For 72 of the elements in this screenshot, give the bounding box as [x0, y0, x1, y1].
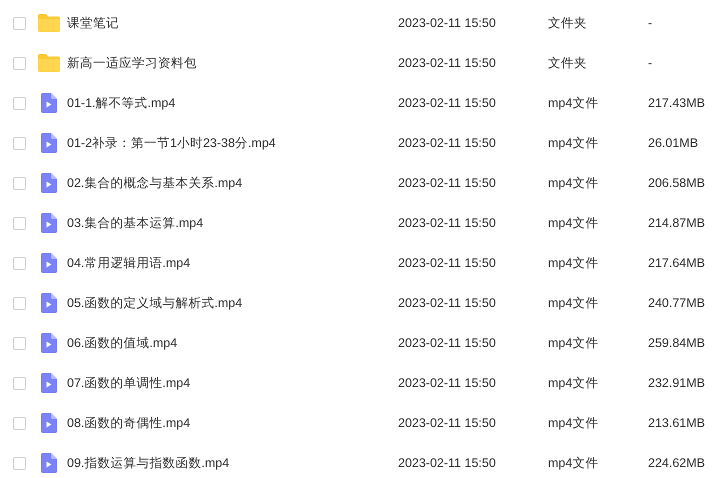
file-name[interactable]: 01-2补录：第一节1小时23-38分.mp4: [67, 134, 391, 152]
file-type: mp4文件: [548, 414, 600, 432]
row-checkbox[interactable]: [12, 456, 26, 470]
file-type: mp4文件: [548, 134, 600, 152]
file-name[interactable]: 05.函数的定义域与解析式.mp4: [67, 294, 391, 312]
file-type: mp4文件: [548, 254, 600, 272]
file-size: 232.91MB: [648, 374, 705, 392]
folder-icon: [38, 54, 60, 72]
modified-date: 2023-02-11 15:50: [398, 414, 497, 432]
file-size: 240.77MB: [648, 294, 705, 312]
video-file-icon: [41, 213, 57, 233]
file-size: 214.87MB: [648, 214, 705, 232]
video-file-icon: [41, 93, 57, 113]
row-checkbox[interactable]: [12, 336, 26, 350]
row-checkbox[interactable]: [12, 136, 26, 150]
modified-date: 2023-02-11 15:50: [398, 294, 497, 312]
file-size: 224.62MB: [648, 454, 705, 472]
row-checkbox[interactable]: [12, 296, 26, 310]
modified-date: 2023-02-11 15:50: [398, 214, 497, 232]
file-name[interactable]: 04.常用逻辑用语.mp4: [67, 254, 391, 272]
modified-date: 2023-02-11 15:50: [398, 14, 497, 32]
file-name[interactable]: 新高一适应学习资料包: [67, 54, 391, 72]
file-type: mp4文件: [548, 374, 600, 392]
file-type: mp4文件: [548, 214, 600, 232]
file-type: mp4文件: [548, 94, 600, 112]
file-size: 213.61MB: [648, 414, 705, 432]
file-size: -: [648, 14, 652, 32]
row-checkbox[interactable]: [12, 416, 26, 430]
video-file-icon: [41, 133, 57, 153]
row-checkbox[interactable]: [12, 96, 26, 110]
row-checkbox[interactable]: [12, 56, 26, 70]
file-type: mp4文件: [548, 174, 600, 192]
file-size: 217.43MB: [648, 94, 705, 112]
row-checkbox[interactable]: [12, 256, 26, 270]
modified-date: 2023-02-11 15:50: [398, 454, 497, 472]
modified-date: 2023-02-11 15:50: [398, 134, 497, 152]
modified-date: 2023-02-11 15:50: [398, 374, 497, 392]
file-size: 217.64MB: [648, 254, 705, 272]
row-checkbox[interactable]: [12, 176, 26, 190]
video-file-icon: [41, 173, 57, 193]
video-file-icon: [41, 253, 57, 273]
file-name[interactable]: 01-1.解不等式.mp4: [67, 94, 391, 112]
file-name[interactable]: 02.集合的概念与基本关系.mp4: [67, 174, 391, 192]
modified-date: 2023-02-11 15:50: [398, 54, 497, 72]
row-checkbox[interactable]: [12, 216, 26, 230]
file-name[interactable]: 06.函数的值域.mp4: [67, 334, 391, 352]
file-size: -: [648, 54, 652, 72]
file-type: mp4文件: [548, 454, 600, 472]
modified-date: 2023-02-11 15:50: [398, 174, 497, 192]
modified-date: 2023-02-11 15:50: [398, 334, 497, 352]
file-name[interactable]: 课堂笔记: [67, 14, 391, 32]
file-size: 26.01MB: [648, 134, 698, 152]
modified-date: 2023-02-11 15:50: [398, 94, 497, 112]
video-file-icon: [41, 333, 57, 353]
folder-icon: [38, 14, 60, 32]
file-type: mp4文件: [548, 294, 600, 312]
file-name[interactable]: 07.函数的单调性.mp4: [67, 374, 391, 392]
video-file-icon: [41, 413, 57, 433]
video-file-icon: [41, 373, 57, 393]
file-name[interactable]: 08.函数的奇偶性.mp4: [67, 414, 391, 432]
file-type: 文件夹: [548, 54, 588, 72]
file-size: 259.84MB: [648, 334, 705, 352]
row-checkbox[interactable]: [12, 376, 26, 390]
file-size: 206.58MB: [648, 174, 705, 192]
file-type: mp4文件: [548, 334, 600, 352]
row-checkbox[interactable]: [12, 16, 26, 30]
video-file-icon: [41, 293, 57, 313]
file-name[interactable]: 09.指数运算与指数函数.mp4: [67, 454, 391, 472]
video-file-icon: [41, 453, 57, 473]
file-type: 文件夹: [548, 14, 588, 32]
modified-date: 2023-02-11 15:50: [398, 254, 497, 272]
file-name[interactable]: 03.集合的基本运算.mp4: [67, 214, 391, 232]
